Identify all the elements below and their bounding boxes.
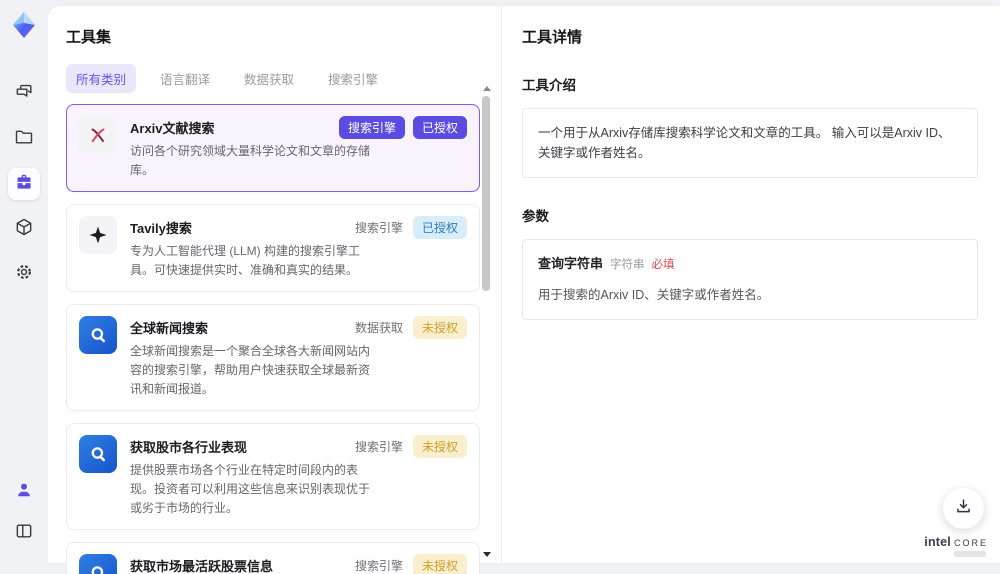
tool-card[interactable]: 获取股市各行业表现 提供股票市场各个行业在特定时间段内的表现。投资者可以利用这些… <box>66 423 480 530</box>
intel-brand-text: intel <box>924 535 951 549</box>
core-brand-text: core <box>954 535 988 549</box>
tool-list: Arxiv文献搜索 访问各个研究领域大量科学论文和文章的存储库。 搜索引擎 已授… <box>66 104 480 574</box>
intel-sub-mark <box>954 551 986 557</box>
tool-list-panel: 工具集 所有类别 语言翻译 数据获取 搜索引擎 Arxiv文献搜索 访问各个研究… <box>48 6 502 563</box>
app-logo-icon <box>9 10 39 40</box>
auth-status-badge: 未授权 <box>413 554 467 574</box>
intro-box: 一个用于从Arxiv存储库搜索科学论文和文章的工具。 输入可以是Arxiv ID… <box>522 108 978 178</box>
param-name: 查询字符串 <box>538 254 603 275</box>
tab-all-categories[interactable]: 所有类别 <box>66 64 136 93</box>
tab-2[interactable]: 数据获取 <box>234 64 304 93</box>
scroll-down-arrow-icon[interactable] <box>483 552 491 557</box>
sidebar-item-files[interactable] <box>8 123 40 155</box>
auth-status-badge: 未授权 <box>413 316 467 339</box>
chat-icon <box>14 82 34 107</box>
scroll-up-arrow-icon[interactable] <box>483 86 491 91</box>
qnews-icon <box>79 435 117 473</box>
category-tabs: 所有类别 语言翻译 数据获取 搜索引擎 <box>66 64 501 93</box>
tool-name: Tavily搜索 <box>130 218 372 237</box>
panel-layout-icon <box>14 521 34 546</box>
param-header: 查询字符串 字符串 必填 <box>538 254 962 275</box>
sidebar <box>0 0 48 563</box>
tool-card[interactable]: Tavily搜索 专为人工智能代理 (LLM) 构建的搜索引擎工具。可快速提供实… <box>66 204 480 292</box>
tool-name: 获取市场最活跃股票信息 <box>130 556 372 574</box>
tool-card[interactable]: Arxiv文献搜索 访问各个研究领域大量科学论文和文章的存储库。 搜索引擎 已授… <box>66 104 480 192</box>
category-badge: 数据获取 <box>353 316 405 339</box>
intro-text: 一个用于从Arxiv存储库搜索科学论文和文章的工具。 输入可以是Arxiv ID… <box>538 126 951 160</box>
tavily-icon <box>79 216 117 254</box>
sidebar-item-account[interactable] <box>8 476 40 508</box>
category-badge: 搜索引擎 <box>353 216 405 239</box>
toolbox-icon <box>14 172 34 197</box>
download-icon <box>954 497 973 521</box>
param-box: 查询字符串 字符串 必填 用于搜索的Arxiv ID、关键字或作者姓名。 <box>522 239 978 320</box>
param-type: 字符串 <box>610 256 645 274</box>
tool-description: 访问各个研究领域大量科学论文和文章的存储库。 <box>130 142 372 180</box>
gear-icon <box>14 262 34 287</box>
params-heading: 参数 <box>522 205 978 225</box>
param-description: 用于搜索的Arxiv ID、关键字或作者姓名。 <box>538 285 962 305</box>
tool-card[interactable]: 获取市场最活跃股票信息 提供当天交易量最高的股票列表。投资者可以利用这些信息来识… <box>66 542 480 574</box>
tool-name: 全球新闻搜索 <box>130 318 372 337</box>
tool-description: 专为人工智能代理 (LLM) 构建的搜索引擎工具。可快速提供实时、准确和真实的结… <box>130 242 372 280</box>
sidebar-item-chat[interactable] <box>8 78 40 110</box>
download-button[interactable] <box>943 488 984 529</box>
tab-1[interactable]: 语言翻译 <box>150 64 220 93</box>
folder-icon <box>14 127 34 152</box>
param-required-badge: 必填 <box>652 256 675 274</box>
tool-description: 提供股票市场各个行业在特定时间段内的表现。投资者可以利用这些信息来识别表现优于或… <box>130 461 372 518</box>
tool-name: 获取股市各行业表现 <box>130 437 372 456</box>
sidebar-nav <box>8 78 40 290</box>
auth-status-badge: 未授权 <box>413 435 467 458</box>
user-icon <box>14 480 34 505</box>
page-title: 工具集 <box>66 26 501 47</box>
auth-status-badge: 已授权 <box>413 116 467 139</box>
auth-status-badge: 已授权 <box>413 216 467 239</box>
category-badge: 搜索引擎 <box>353 435 405 458</box>
category-badge: 搜索引擎 <box>339 116 405 139</box>
tool-name: Arxiv文献搜索 <box>130 118 372 137</box>
intro-heading: 工具介绍 <box>522 74 978 94</box>
arxiv-icon <box>79 116 117 154</box>
main-content: 工具集 所有类别 语言翻译 数据获取 搜索引擎 Arxiv文献搜索 访问各个研究… <box>48 6 1000 563</box>
scrollbar-thumb[interactable] <box>482 96 490 291</box>
qnews-icon <box>79 554 117 574</box>
sidebar-item-settings[interactable] <box>8 258 40 290</box>
tool-card[interactable]: 全球新闻搜索 全球新闻搜索是一个聚合全球各大新闻网站内容的搜索引擎，帮助用户快速… <box>66 304 480 411</box>
intel-core-logo: intelcore <box>924 535 988 557</box>
package-icon <box>14 217 34 242</box>
sidebar-item-packages[interactable] <box>8 213 40 245</box>
tool-detail-panel: 工具详情 工具介绍 一个用于从Arxiv存储库搜索科学论文和文章的工具。 输入可… <box>502 6 1000 563</box>
qnews-icon <box>79 316 117 354</box>
list-scrollbar[interactable] <box>482 86 491 559</box>
category-badge: 搜索引擎 <box>353 554 405 574</box>
tab-3[interactable]: 搜索引擎 <box>318 64 388 93</box>
sidebar-item-tools[interactable] <box>8 168 40 200</box>
sidebar-item-collapse[interactable] <box>8 517 40 549</box>
detail-title: 工具详情 <box>522 26 978 47</box>
sidebar-bottom <box>8 476 40 549</box>
tool-description: 全球新闻搜索是一个聚合全球各大新闻网站内容的搜索引擎，帮助用户快速获取全球最新资… <box>130 342 372 399</box>
